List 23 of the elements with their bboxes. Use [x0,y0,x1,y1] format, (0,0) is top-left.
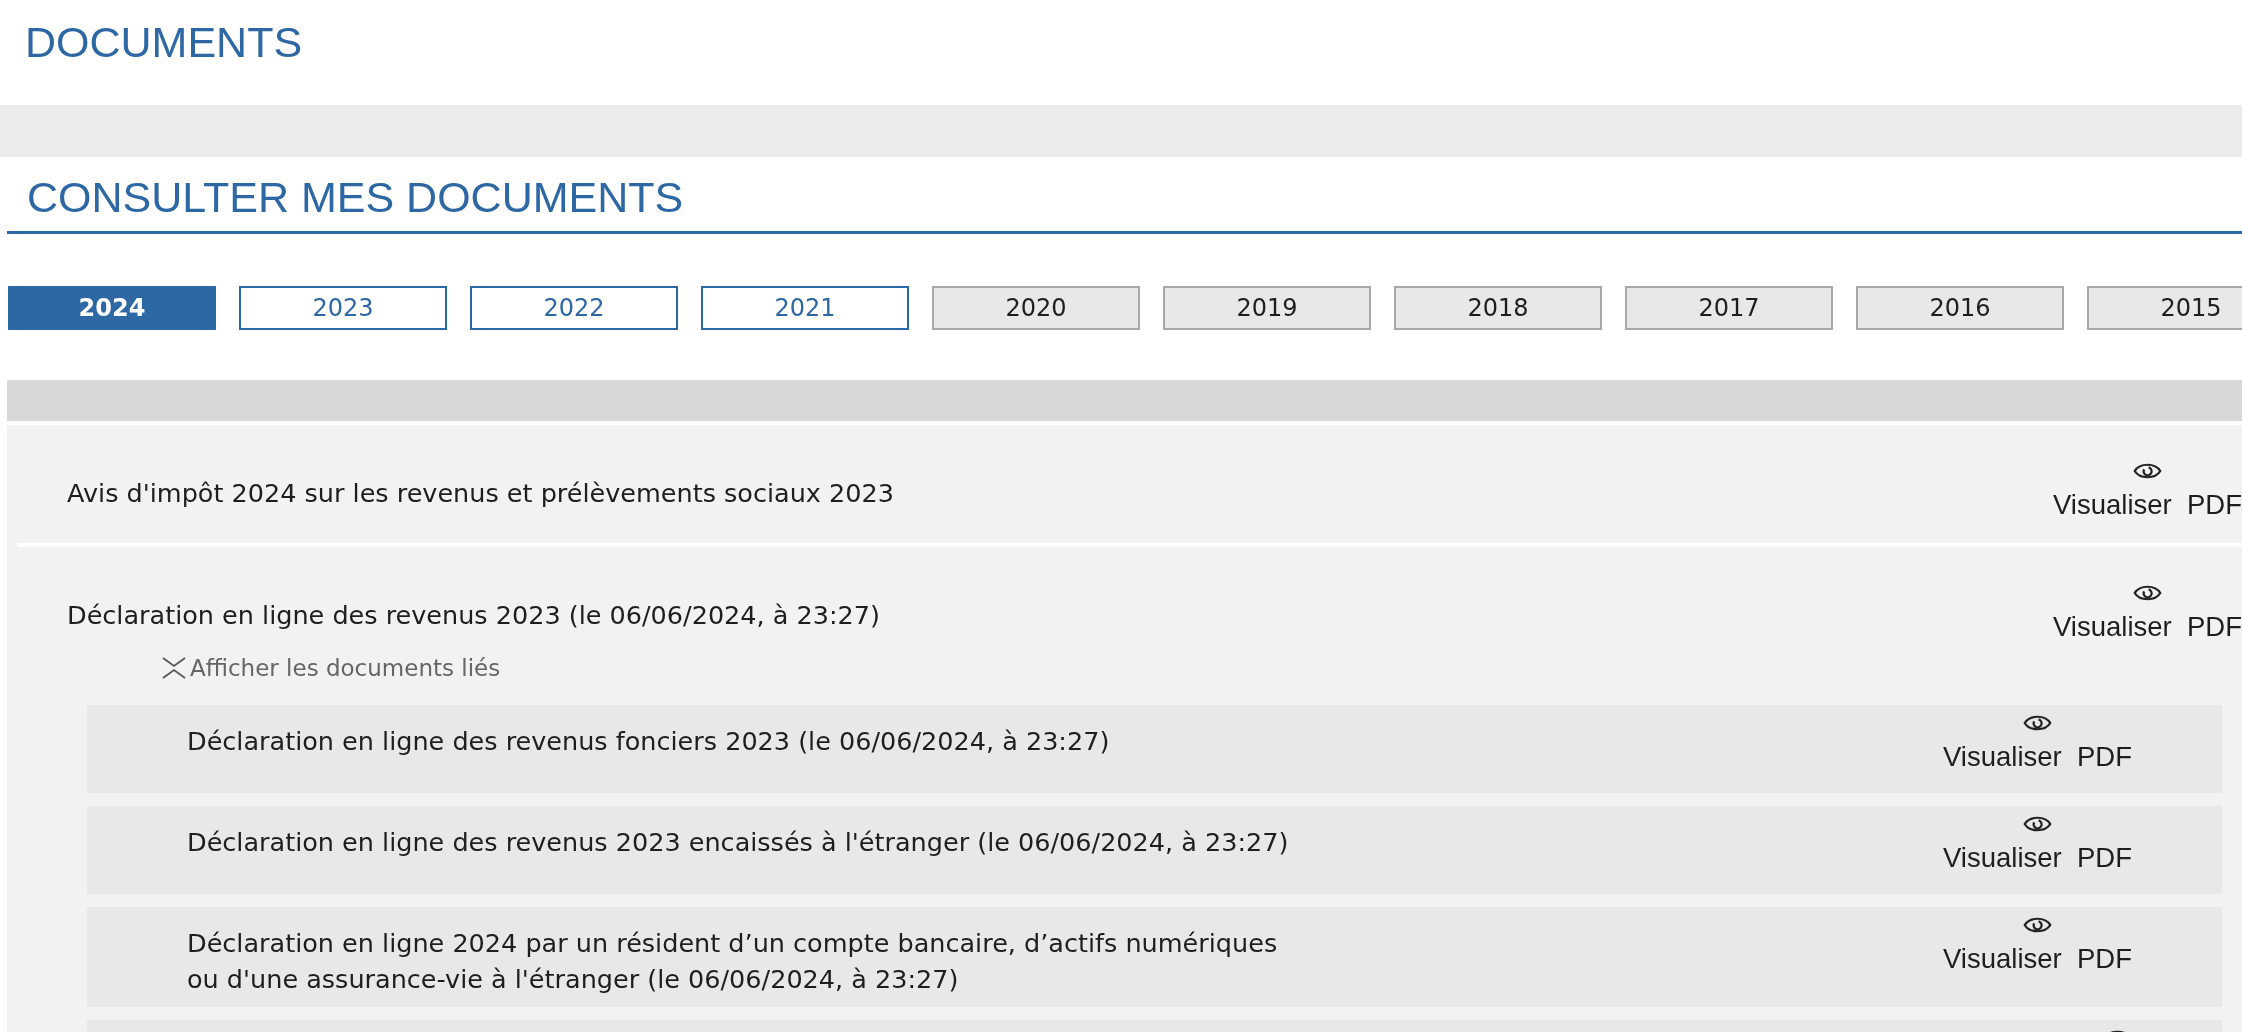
related-documents-toggle[interactable]: Afficher les documents liés [162,655,501,681]
document-title: Déclaration en ligne des revenus 2023 (le 06/06/2024, à 23:27) [67,599,880,632]
eye-icon [2023,814,2052,834]
year-tab[interactable]: 2021 [701,286,909,330]
chevron-icon [162,657,186,679]
eye-icon [2133,461,2162,481]
year-tab[interactable]: 2023 [239,286,447,330]
view-pdf-link[interactable]: Visualiser PDF [1943,713,2132,783]
document-title: Déclaration en ligne des revenus 2023 encaissés à l'étranger (le 06/06/2024, à 23:27) [187,826,1289,859]
view-pdf-link[interactable]: Visualiser PDF [2053,461,2242,521]
document-title: Déclaration en ligne des revenus fonciers 2023 (le 06/06/2024, à 23:27) [187,725,1110,758]
year-tab[interactable]: 2022 [470,286,678,330]
year-tab[interactable]: 2024 [8,286,216,330]
document-title: Avis d'impôt 2024 sur les revenus et prélèvements sociaux 2023 [67,477,894,510]
eye-icon [2133,583,2162,603]
eye-icon [2023,713,2052,733]
document-title: Déclaration en ligne 2024 par un résident d’un compte bancaire, d’actifs numériques ou d'une assurance-vie à l'étranger (le 06/06/2024, à 23:27) [187,927,1278,996]
eye-icon [2023,915,2052,935]
view-pdf-link[interactable]: Visualiser PDF [1943,915,2132,997]
page-title: DOCUMENTS [24,17,304,68]
view-pdf-link[interactable]: Visualiser PDF [1943,814,2132,884]
view-pdf-link[interactable]: Visualiser PDF [2053,583,2242,643]
section-title: CONSULTER MES DOCUMENTS [7,157,2242,234]
